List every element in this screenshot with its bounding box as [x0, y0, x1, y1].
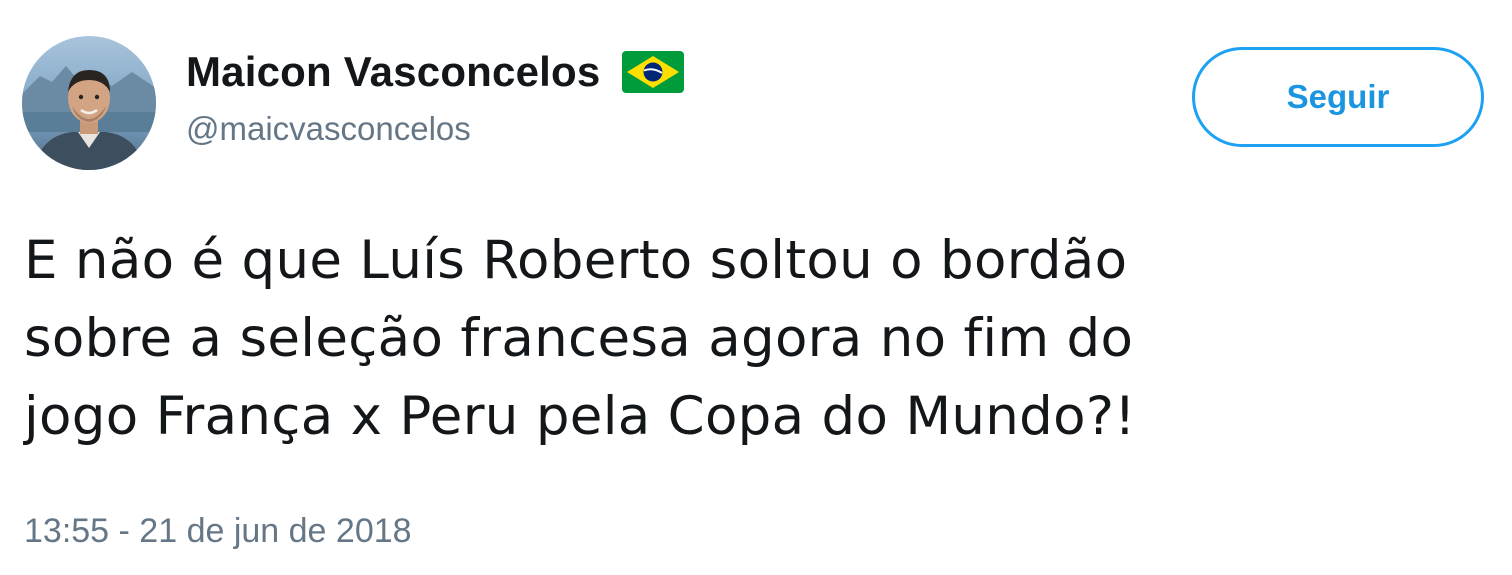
tweet-text-line: E não é que Luís Roberto soltou o bordão: [24, 230, 1128, 291]
brazil-flag-icon: [622, 51, 685, 93]
tweet-timestamp[interactable]: 13:55 - 21 de jun de 2018: [24, 512, 412, 551]
tweet-text-line: sobre a seleção francesa agora no fim do: [24, 308, 1134, 369]
follow-button[interactable]: Seguir: [1192, 47, 1484, 147]
user-avatar[interactable]: [22, 36, 156, 170]
user-handle[interactable]: @maicvasconcelos: [186, 110, 471, 148]
display-name[interactable]: Maicon Vasconcelos: [186, 48, 600, 96]
name-row: Maicon Vasconcelos: [186, 44, 685, 100]
avatar-photo: [22, 36, 156, 170]
tweet-text: E não é que Luís Roberto soltou o bordão…: [24, 222, 1484, 456]
tweet-card: Maicon Vasconcelos @maicvasconcelos Segu…: [0, 0, 1512, 575]
tweet-text-line: jogo França x Peru pela Copa do Mundo?!: [24, 386, 1136, 447]
